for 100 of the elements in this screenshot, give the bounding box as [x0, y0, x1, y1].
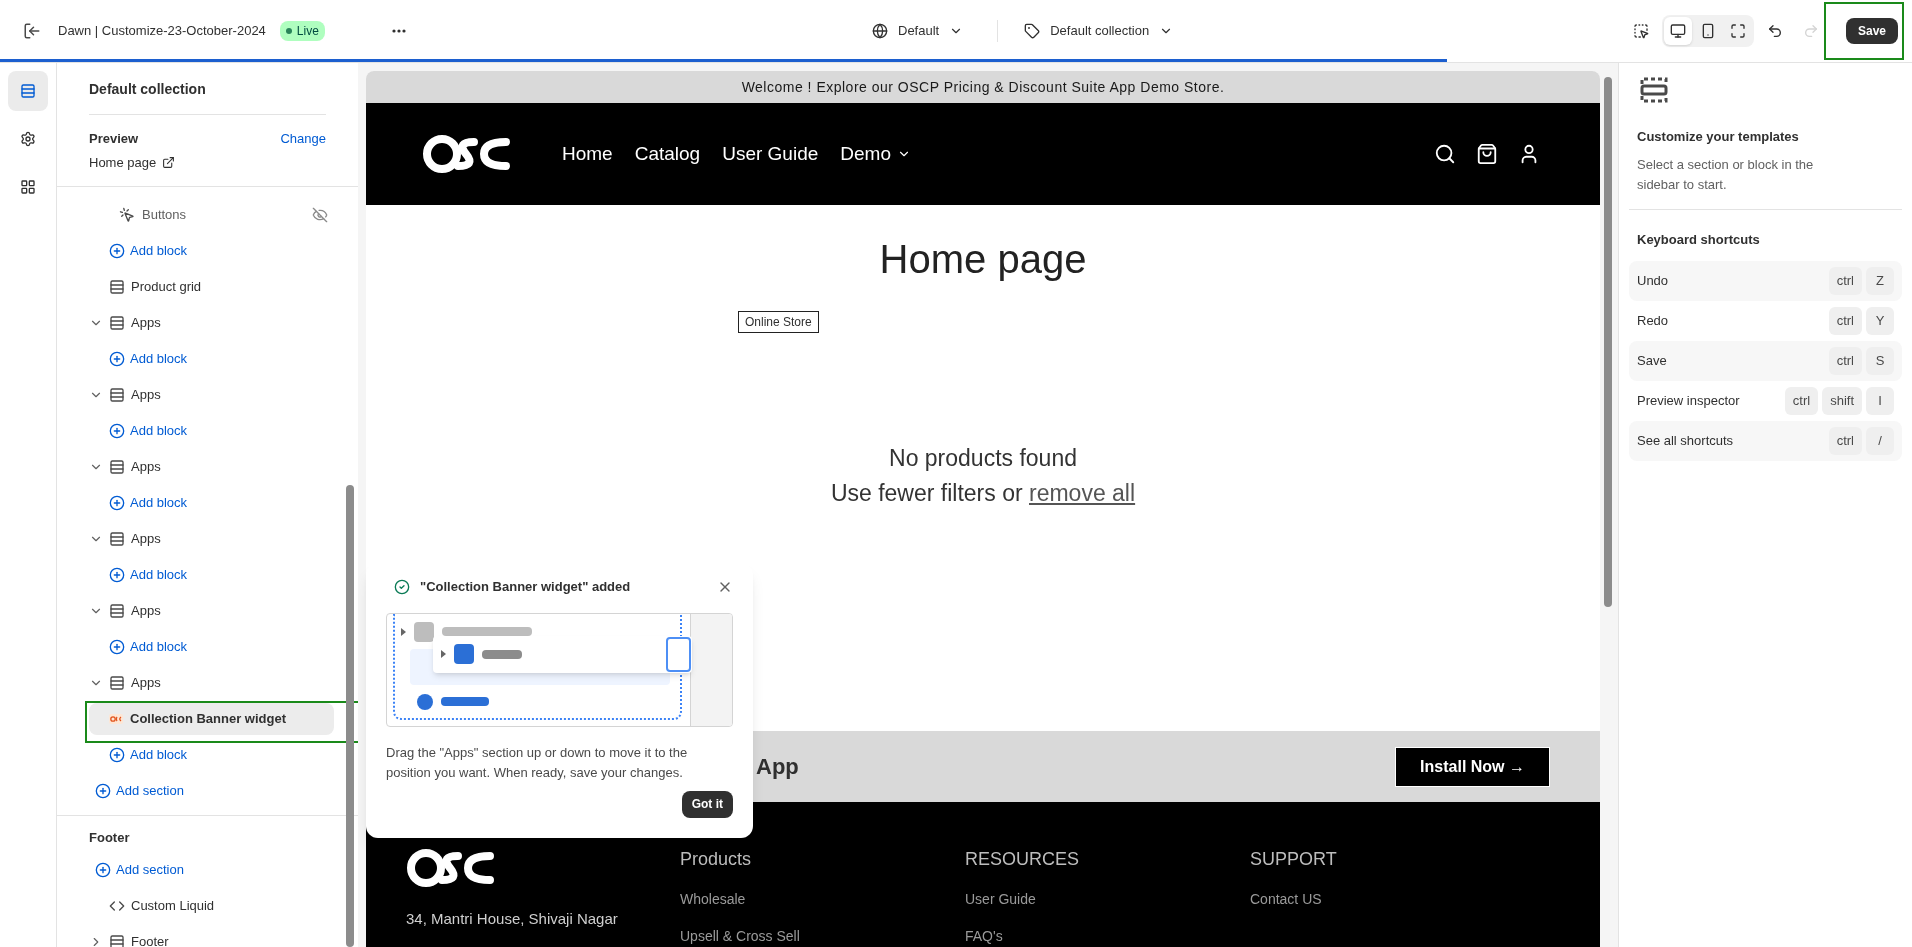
footer-column-title: RESOURCES	[965, 848, 1081, 871]
section-icon	[1639, 75, 1669, 105]
shortcut-key: ctrl	[1828, 427, 1862, 455]
page-title: Home page	[879, 236, 1087, 283]
preview-page-link[interactable]: Home page	[89, 148, 176, 172]
section-item[interactable]: Apps	[77, 449, 358, 485]
section-label: Footer	[131, 933, 169, 947]
template-selector[interactable]: Default collection	[1020, 15, 1178, 47]
shortcut-key: /	[1866, 427, 1894, 455]
footer-column-title: Products	[680, 848, 753, 871]
shortcut-key: ctrl	[1828, 267, 1862, 295]
change-link[interactable]: Change	[280, 129, 326, 149]
add-block-button[interactable]: Add block	[109, 241, 188, 261]
popup-title: "Collection Banner widget" added	[420, 578, 632, 596]
plus-circle-icon	[109, 495, 125, 511]
nav-link[interactable]: Catalog	[634, 139, 701, 169]
footer-column-title: SUPPORT	[1250, 848, 1338, 871]
shortcuts-title: Keyboard shortcuts	[1636, 230, 1761, 249]
footer-address: 34, Mantri House, Shivaji Nagar	[406, 909, 619, 929]
section-label: Custom Liquid	[131, 897, 215, 916]
theme-title: Dawn | Customize-23-October-2024	[58, 22, 266, 41]
hidden-icon	[312, 207, 328, 223]
sidebar-title: Default collection	[89, 79, 326, 115]
add-section-button[interactable]: Add section	[95, 781, 184, 801]
shortcut-label: Undo	[1637, 272, 1670, 291]
undo-icon	[1766, 23, 1783, 39]
live-badge: Live	[279, 21, 325, 41]
section-item[interactable]: Apps	[77, 521, 358, 557]
block-item[interactable]: Collection Banner widget	[89, 703, 334, 735]
install-button[interactable]: Install Now →	[1395, 746, 1550, 787]
footer-link[interactable]: Upsell & Cross Sell	[680, 926, 965, 947]
footer-link[interactable]: Contact US	[1250, 889, 1535, 910]
plus-circle-icon	[109, 567, 125, 583]
bag-icon[interactable]	[1476, 143, 1498, 165]
section-item[interactable]: Apps	[77, 593, 358, 629]
got-it-button[interactable]: Got it	[681, 790, 733, 818]
app-logo-icon	[109, 714, 123, 724]
shortcut-label: Redo	[1637, 312, 1670, 331]
empty-title: No products found	[889, 444, 1077, 473]
nav-link[interactable]: Home	[562, 139, 613, 169]
nav-link[interactable]: User Guide	[722, 139, 819, 169]
section-icon	[109, 459, 125, 475]
shortcut-key: ctrl	[1828, 347, 1862, 375]
sections-icon[interactable]	[8, 71, 48, 111]
inspector-subtitle: Select a section or block in the sidebar to start.	[1636, 155, 1815, 194]
section-item[interactable]: Apps	[77, 305, 358, 341]
plus-circle-icon	[109, 423, 125, 439]
footer-link[interactable]: Wholesale	[680, 889, 965, 910]
plus-circle-icon	[109, 747, 125, 763]
external-link-icon	[162, 155, 176, 169]
plus-circle-icon	[95, 783, 111, 799]
redo-icon	[1802, 23, 1819, 39]
nav-link[interactable]: Demo	[840, 139, 911, 169]
footer-link[interactable]: FAQ's	[965, 926, 1250, 947]
shortcut-key: shift	[1822, 387, 1862, 415]
section-item[interactable]: Apps	[77, 665, 358, 701]
footer-link[interactable]: User Guide	[965, 889, 1250, 910]
section-label: Apps	[131, 314, 161, 333]
section-icon	[109, 387, 125, 403]
globe-icon	[872, 23, 888, 39]
more-icon	[391, 29, 406, 33]
block-item[interactable]: Buttons	[89, 199, 334, 231]
inspector-title: Customize your templates	[1636, 128, 1800, 146]
plus-circle-icon	[109, 639, 125, 655]
online-store-tag: Online Store	[738, 311, 819, 333]
add-block-button[interactable]: Add block	[109, 565, 188, 585]
popup-body: Drag the "Apps" section up or down to move it to the position you want. When ready, save your changes.	[386, 743, 689, 782]
pointer-icon	[119, 207, 135, 223]
shortcut-label: Save	[1637, 352, 1668, 371]
shortcut-key: S	[1866, 347, 1894, 375]
section-item[interactable]: Footer	[77, 924, 358, 947]
section-label: Product grid	[131, 278, 202, 297]
section-icon	[109, 279, 125, 295]
add-block-button[interactable]: Add block	[109, 421, 188, 441]
remove-all-link[interactable]: remove all	[1029, 475, 1136, 510]
add-block-button[interactable]: Add block	[109, 493, 188, 513]
section-item[interactable]: Product grid	[77, 269, 358, 305]
plus-circle-icon	[109, 351, 125, 367]
search-icon[interactable]	[1434, 143, 1456, 165]
inspector-icon	[1632, 23, 1649, 39]
preview-label: Preview	[89, 130, 139, 148]
section-label: Apps	[131, 458, 161, 477]
shortcut-key: ctrl	[1828, 307, 1862, 335]
shortcut-key: I	[1866, 387, 1894, 415]
section-icon	[109, 315, 125, 331]
add-section-button[interactable]: Add section	[95, 860, 184, 880]
add-block-button[interactable]: Add block	[109, 637, 188, 657]
section-icon	[109, 531, 125, 547]
desktop-icon[interactable]	[1663, 17, 1692, 45]
add-block-button[interactable]: Add block	[109, 349, 188, 369]
group-title: Footer	[88, 829, 131, 848]
shortcut-key: Z	[1866, 267, 1894, 295]
success-icon	[394, 578, 410, 595]
theme-selector[interactable]: Default	[860, 15, 976, 47]
add-block-button[interactable]: Add block	[109, 745, 188, 765]
section-item[interactable]: Custom Liquid	[77, 888, 358, 924]
save-button[interactable]: Save	[1845, 18, 1898, 44]
section-item[interactable]: Apps	[77, 377, 358, 413]
section-label: Apps	[131, 602, 161, 621]
section-label: Apps	[131, 674, 161, 693]
